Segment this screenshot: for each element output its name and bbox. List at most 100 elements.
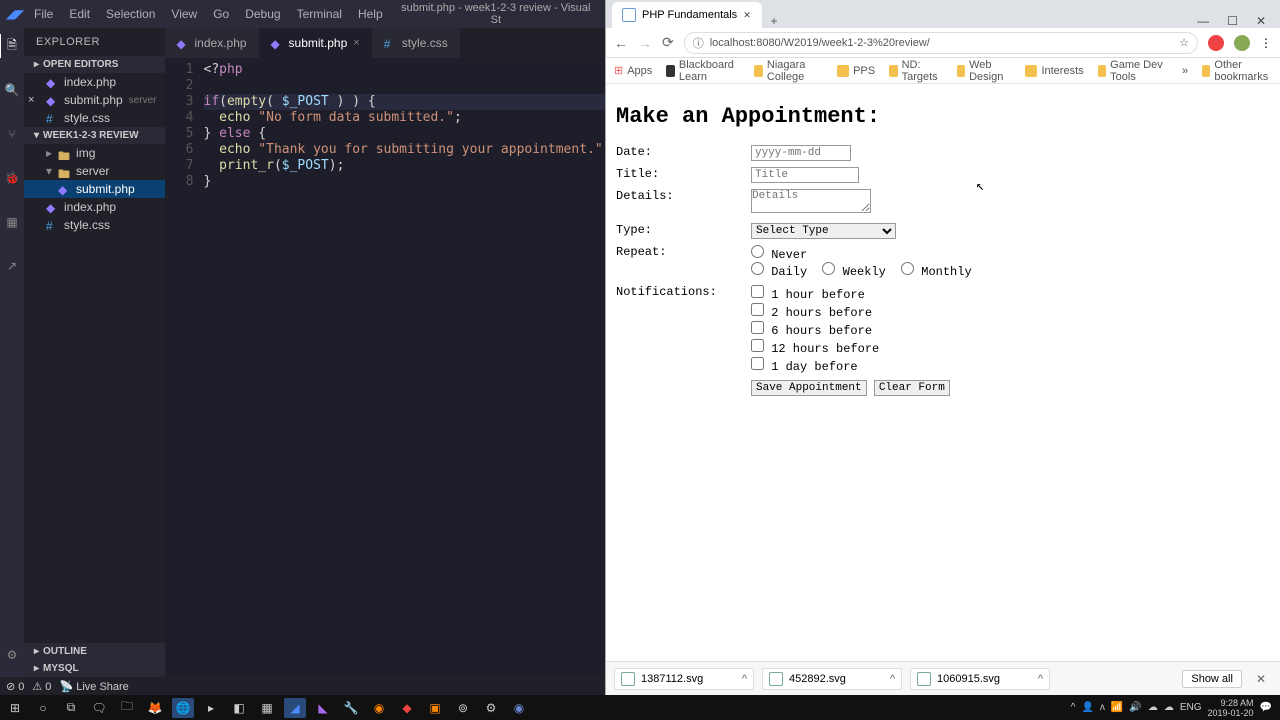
chevron-up-icon[interactable]: ^ — [1038, 673, 1043, 685]
open-editor-item[interactable]: ◆index.php — [24, 73, 165, 91]
forward-icon[interactable]: → — [638, 35, 652, 51]
liveshare-icon[interactable]: ↗ — [0, 254, 24, 278]
taskbar-app-icon[interactable]: 🗨 — [88, 698, 110, 718]
taskbar-app-icon[interactable]: ◧ — [228, 698, 250, 718]
close-icon[interactable]: × — [28, 94, 34, 106]
notification-option[interactable]: 1 hour before — [751, 285, 886, 302]
close-downloads-icon[interactable]: ✕ — [1250, 672, 1272, 686]
discord-icon[interactable]: ◉ — [508, 698, 530, 718]
extension-icon[interactable] — [1208, 35, 1224, 51]
tree-file[interactable]: ◆index.php — [24, 198, 165, 216]
back-icon[interactable]: ← — [614, 35, 628, 51]
menu-view[interactable]: View — [165, 5, 203, 23]
notification-option[interactable]: 6 hours before — [751, 321, 886, 338]
chrome-icon[interactable]: 🌐 — [172, 698, 194, 718]
editor-tab[interactable]: ◆index.php — [165, 28, 259, 58]
date-input[interactable] — [751, 145, 851, 161]
explorer-icon[interactable]: 🗎 — [0, 34, 23, 58]
download-item[interactable]: 1387112.svg^ — [614, 668, 754, 690]
tray-overflow-icon[interactable]: ^ — [1071, 702, 1076, 713]
info-icon[interactable]: ⓘ — [693, 35, 704, 51]
menu-terminal[interactable]: Terminal — [291, 5, 348, 23]
tray-arrow-icon[interactable]: ʌ — [1100, 702, 1105, 713]
open-editor-item[interactable]: ×◆submit.php server — [24, 91, 165, 109]
star-icon[interactable]: ☆ — [1179, 36, 1189, 49]
search-icon[interactable]: 🔍 — [0, 78, 24, 102]
tree-file[interactable]: #style.css — [24, 216, 165, 234]
code-content[interactable]: <?php if(empty( $_POST ) ) { echo "No fo… — [200, 58, 611, 677]
repeat-option[interactable]: Weekly — [822, 265, 885, 279]
taskbar-app-icon[interactable]: 🔧 — [340, 698, 362, 718]
wifi-icon[interactable]: 📶 — [1111, 702, 1123, 713]
bookmark-item[interactable]: Web Design — [957, 59, 1012, 83]
download-item[interactable]: 1060915.svg^ — [910, 668, 1050, 690]
reload-icon[interactable]: ⟳ — [662, 34, 674, 51]
volume-icon[interactable]: 🔊 — [1129, 702, 1141, 713]
menu-help[interactable]: Help — [352, 5, 389, 23]
visual-studio-icon[interactable]: ◣ — [312, 698, 334, 718]
bookmarks-overflow[interactable]: » Other bookmarks — [1182, 59, 1272, 83]
menu-file[interactable]: File — [28, 5, 59, 23]
tree-file[interactable]: ◆submit.php — [24, 180, 165, 198]
browser-tab[interactable]: PHP Fundamentals ✕ — [612, 2, 762, 28]
repeat-option[interactable]: Daily — [751, 265, 807, 279]
language-indicator[interactable]: ENG — [1180, 702, 1202, 713]
settings-icon[interactable]: ⚙ — [480, 698, 502, 718]
status-liveshare[interactable]: 📡 Live Share — [59, 680, 128, 693]
editor-tab[interactable]: ◆submit.php× — [259, 28, 372, 58]
blender-icon[interactable]: ◉ — [368, 698, 390, 718]
onedrive-icon[interactable]: ☁ — [1164, 702, 1174, 713]
tab-close-icon[interactable]: × — [353, 37, 359, 49]
profile-avatar-icon[interactable] — [1234, 35, 1250, 51]
status-warnings[interactable]: ⚠ 0 — [32, 680, 51, 693]
repeat-option[interactable]: Never — [751, 248, 807, 262]
chevron-up-icon[interactable]: ^ — [742, 673, 747, 685]
code-editor[interactable]: 12345678 <?php if(empty( $_POST ) ) { ec… — [165, 58, 611, 677]
open-editors-header[interactable]: ▸ OPEN EDITORS — [24, 56, 165, 73]
powershell-icon[interactable]: ▸ — [200, 698, 222, 718]
settings-gear-icon[interactable]: ⚙ — [0, 643, 24, 667]
chevron-up-icon[interactable]: ^ — [890, 673, 895, 685]
firefox-icon[interactable]: 🦊 — [144, 698, 166, 718]
clock[interactable]: 9:28 AM2019-01-20 — [1208, 698, 1254, 718]
file-explorer-icon[interactable]: 🗀 — [116, 698, 138, 718]
menu-debug[interactable]: Debug — [239, 5, 286, 23]
apps-button[interactable]: ⊞Apps — [614, 64, 652, 77]
taskbar-app-icon[interactable]: ◆ — [396, 698, 418, 718]
source-control-icon[interactable]: ⑂ — [0, 122, 24, 146]
cortana-icon[interactable]: ○ — [32, 698, 54, 718]
notifications-icon[interactable]: 💬 — [1260, 702, 1272, 713]
bookmark-item[interactable]: Blackboard Learn — [666, 59, 740, 83]
menu-edit[interactable]: Edit — [63, 5, 96, 23]
bookmark-item[interactable]: ND: Targets — [889, 59, 943, 83]
task-view-icon[interactable]: ⧉ — [60, 698, 82, 718]
editor-tab[interactable]: #style.css — [372, 28, 460, 58]
people-icon[interactable]: 👤 — [1081, 702, 1093, 713]
obs-icon[interactable]: ⊚ — [452, 698, 474, 718]
open-editor-item[interactable]: #style.css — [24, 109, 165, 127]
save-button[interactable]: Save Appointment — [751, 380, 867, 396]
start-button[interactable]: ⊞ — [4, 698, 26, 718]
download-item[interactable]: 452892.svg^ — [762, 668, 902, 690]
tab-close-icon[interactable]: ✕ — [743, 10, 751, 21]
debug-icon[interactable]: 🐞 — [0, 166, 24, 190]
maximize-icon[interactable]: ☐ — [1227, 14, 1238, 28]
repeat-option[interactable]: Monthly — [901, 265, 972, 279]
onedrive-icon[interactable]: ☁ — [1148, 702, 1158, 713]
status-errors[interactable]: ⊘ 0 — [6, 680, 24, 693]
menu-selection[interactable]: Selection — [100, 5, 161, 23]
taskbar-app-icon[interactable]: ▦ — [256, 698, 278, 718]
clear-button[interactable]: Clear Form — [874, 380, 950, 396]
folder-header[interactable]: ▾ WEEK1-2-3 REVIEW — [24, 127, 165, 144]
tree-folder[interactable]: ▾ 🖿server — [24, 162, 165, 180]
bookmark-item[interactable]: PPS — [837, 65, 875, 77]
bookmark-item[interactable]: Game Dev Tools — [1098, 59, 1168, 83]
details-textarea[interactable] — [751, 189, 871, 213]
close-window-icon[interactable]: ✕ — [1256, 14, 1266, 28]
title-input[interactable] — [751, 167, 859, 183]
show-all-button[interactable]: Show all — [1182, 670, 1242, 688]
minimize-icon[interactable]: — — [1197, 14, 1209, 28]
extensions-icon[interactable]: ▦ — [0, 210, 24, 234]
notification-option[interactable]: 12 hours before — [751, 339, 886, 356]
url-input[interactable]: ⓘlocalhost:8080/W2019/week1-2-3%20review… — [684, 32, 1198, 54]
